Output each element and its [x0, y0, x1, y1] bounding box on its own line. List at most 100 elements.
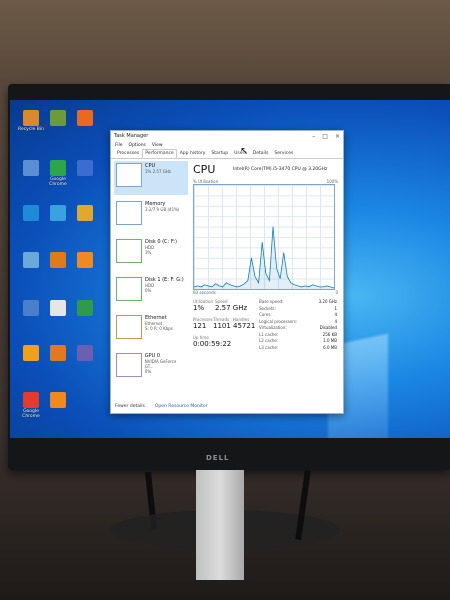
resource-detail: Ethernet S: 0 R: 0 Kbps	[145, 321, 173, 331]
desktop-icon[interactable]	[18, 345, 44, 362]
mini-graph	[116, 315, 142, 339]
cpu-model: Intel(R) Core(TM) i5-3470 CPU @ 3.20GHz	[233, 167, 328, 172]
resource-item[interactable]: Memory 3.2/7.9 GB (41%)	[114, 199, 188, 233]
title-bar[interactable]: Task Manager – □ ×	[111, 131, 343, 141]
tab-performance[interactable]: Performance	[142, 149, 177, 158]
app-icon	[77, 300, 93, 316]
fewer-details-link[interactable]: Fewer details	[115, 404, 145, 409]
desktop-icon[interactable]	[45, 300, 71, 317]
desktop-icon[interactable]	[72, 345, 98, 362]
desktop-icon[interactable]	[45, 252, 71, 269]
app-icon	[23, 205, 39, 221]
cpu-detail-pane: CPU Intel(R) Core(TM) i5-3470 CPU @ 3.20…	[193, 163, 338, 369]
property-value: 6.0 MB	[323, 344, 337, 350]
desktop-icon[interactable]	[72, 110, 98, 127]
app-icon	[77, 345, 93, 361]
mini-graph	[116, 239, 142, 263]
desktop-icon[interactable]	[45, 205, 71, 222]
cpu-stats: Utilization 1% Speed 2.57 GHz Processes …	[193, 299, 338, 369]
app-icon	[77, 205, 93, 221]
mouse-cursor-icon: ↖	[240, 146, 249, 157]
resource-item[interactable]: Ethernet Ethernet S: 0 R: 0 Kbps	[114, 313, 188, 347]
monitor-stand	[196, 470, 244, 580]
tab-processes[interactable]: Processes	[114, 149, 142, 158]
graph-min: 0	[335, 290, 338, 295]
app-icon	[50, 205, 66, 221]
desktop-icon[interactable]	[18, 160, 44, 177]
menu-file[interactable]: File	[115, 143, 123, 148]
desktop-icon[interactable]	[18, 252, 44, 269]
cpu-utilization-graph	[193, 184, 335, 290]
desktop-icon-label: Recycle Bin	[18, 127, 44, 132]
app-icon	[77, 252, 93, 268]
app-icon	[50, 392, 66, 408]
desktop-icon[interactable]	[45, 392, 71, 409]
tab-startup[interactable]: Startup	[208, 149, 231, 158]
tab-app-history[interactable]: App history	[177, 149, 209, 158]
uptime-value: 0:00:59:22	[193, 340, 232, 348]
resource-list: CPU 1% 2.57 GHz Memory 3.2/7.9 GB (41%) Disk…	[114, 161, 188, 389]
desktop-icon-label: Google Chrome	[22, 409, 40, 419]
app-icon	[50, 300, 66, 316]
window-footer: Fewer details Open Resource Monitor	[115, 404, 207, 409]
app-icon	[23, 252, 39, 268]
menu-view[interactable]: View	[152, 143, 163, 148]
resource-detail: NVIDIA GeForce GT... 0%	[144, 359, 177, 374]
resource-item[interactable]: CPU 1% 2.57 GHz	[114, 161, 188, 195]
resource-detail: HDD 3%	[145, 245, 155, 255]
mini-graph	[116, 163, 142, 187]
mini-graph	[116, 277, 142, 301]
open-resource-monitor-link[interactable]: Open Resource Monitor	[155, 404, 208, 409]
monitor-brand-logo: DELL	[206, 454, 230, 462]
desktop-icon[interactable]: Recycle Bin	[18, 110, 44, 132]
app-icon	[77, 160, 93, 176]
app-icon	[50, 160, 66, 176]
app-icon	[50, 252, 66, 268]
desktop-icon[interactable]	[45, 345, 71, 362]
utilization-value: 1%	[193, 304, 205, 312]
desktop-icon[interactable]	[72, 252, 98, 269]
resource-item[interactable]: Disk 1 (E: F: G:) HDD 0%	[114, 275, 188, 309]
resource-item[interactable]: GPU 0 NVIDIA GeForce GT... 0%	[114, 351, 188, 385]
resource-detail: HDD 0%	[145, 283, 155, 293]
desktop-icon[interactable]	[72, 160, 98, 177]
desktop-icon[interactable]	[18, 205, 44, 222]
desktop-icon[interactable]: Google Chrome	[18, 392, 44, 419]
mini-graph	[116, 353, 142, 377]
desktop-icon[interactable]: Google Chrome	[45, 160, 71, 187]
minimize-button[interactable]: –	[312, 133, 315, 140]
tab-services[interactable]: Services	[271, 149, 296, 158]
menu-options[interactable]: Options	[129, 143, 146, 148]
resource-detail: 3.2/7.9 GB (41%)	[145, 207, 180, 212]
property-key: L3 cache:	[259, 344, 279, 350]
tab-details[interactable]: Details	[250, 149, 272, 158]
menu-bar: File Options View	[111, 141, 343, 149]
resource-item[interactable]: Disk 0 (C: F:) HDD 3%	[114, 237, 188, 271]
app-icon	[50, 110, 66, 126]
app-icon	[50, 345, 66, 361]
task-manager-window[interactable]: Task Manager – □ × File Options View Pro…	[110, 130, 344, 414]
property-row: L3 cache: 6.0 MB	[259, 345, 337, 352]
tab-strip: Processes Performance App history Startu…	[111, 149, 343, 159]
desktop-icon[interactable]	[45, 110, 71, 127]
graph-time-span: 60 seconds	[193, 290, 216, 295]
app-icon	[23, 160, 39, 176]
cpu-heading: CPU	[193, 163, 216, 176]
handles-value: 45721	[233, 322, 256, 330]
desktop-icon[interactable]	[72, 300, 98, 317]
threads-value: 1101	[213, 322, 231, 330]
desktop-icon[interactable]	[18, 300, 44, 317]
maximize-button[interactable]: □	[322, 133, 328, 140]
speed-value: 2.57 GHz	[215, 304, 248, 312]
app-icon	[23, 392, 39, 408]
window-title: Task Manager	[114, 133, 149, 139]
desktop-icon-label: Google Chrome	[49, 177, 67, 187]
app-icon	[23, 345, 39, 361]
mini-graph	[116, 201, 142, 225]
app-icon	[23, 110, 39, 126]
app-icon	[77, 110, 93, 126]
processes-value: 121	[193, 322, 207, 330]
close-button[interactable]: ×	[335, 133, 340, 140]
cpu-properties: Base speed: 3.20 GHz Sockets: 1 Cores: 4 Logic…	[259, 299, 337, 351]
desktop-icon[interactable]	[72, 205, 98, 222]
